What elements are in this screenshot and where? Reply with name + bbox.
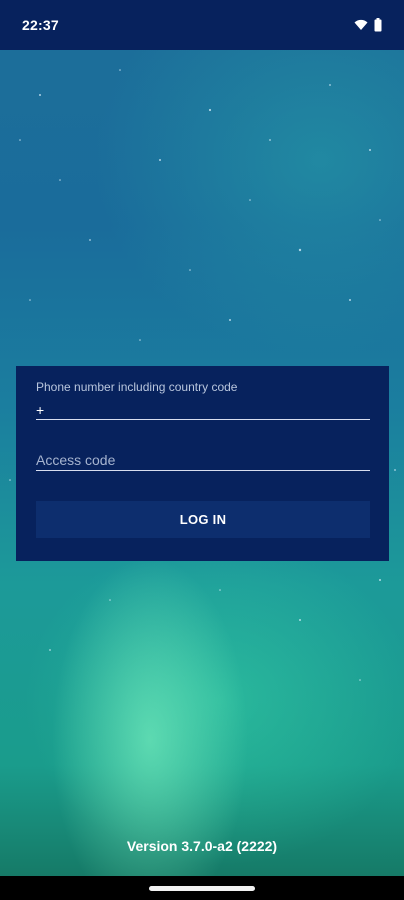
phone-field-row bbox=[36, 400, 370, 420]
status-bar: 22:37 bbox=[0, 0, 404, 50]
wifi-icon bbox=[354, 19, 368, 30]
status-icons bbox=[354, 18, 382, 32]
phone-label: Phone number including country code bbox=[36, 380, 238, 394]
home-gesture-handle[interactable] bbox=[149, 886, 255, 891]
status-time: 22:37 bbox=[22, 17, 59, 33]
navigation-bar bbox=[0, 876, 404, 900]
battery-icon bbox=[374, 18, 382, 32]
login-card: Phone number including country code LOG … bbox=[16, 366, 389, 561]
access-code-input[interactable] bbox=[36, 449, 370, 470]
login-button[interactable]: LOG IN bbox=[36, 501, 370, 538]
access-code-field-row bbox=[36, 449, 370, 471]
version-label: Version 3.7.0-a2 (2222) bbox=[126, 838, 278, 854]
phone-input[interactable] bbox=[36, 400, 370, 419]
